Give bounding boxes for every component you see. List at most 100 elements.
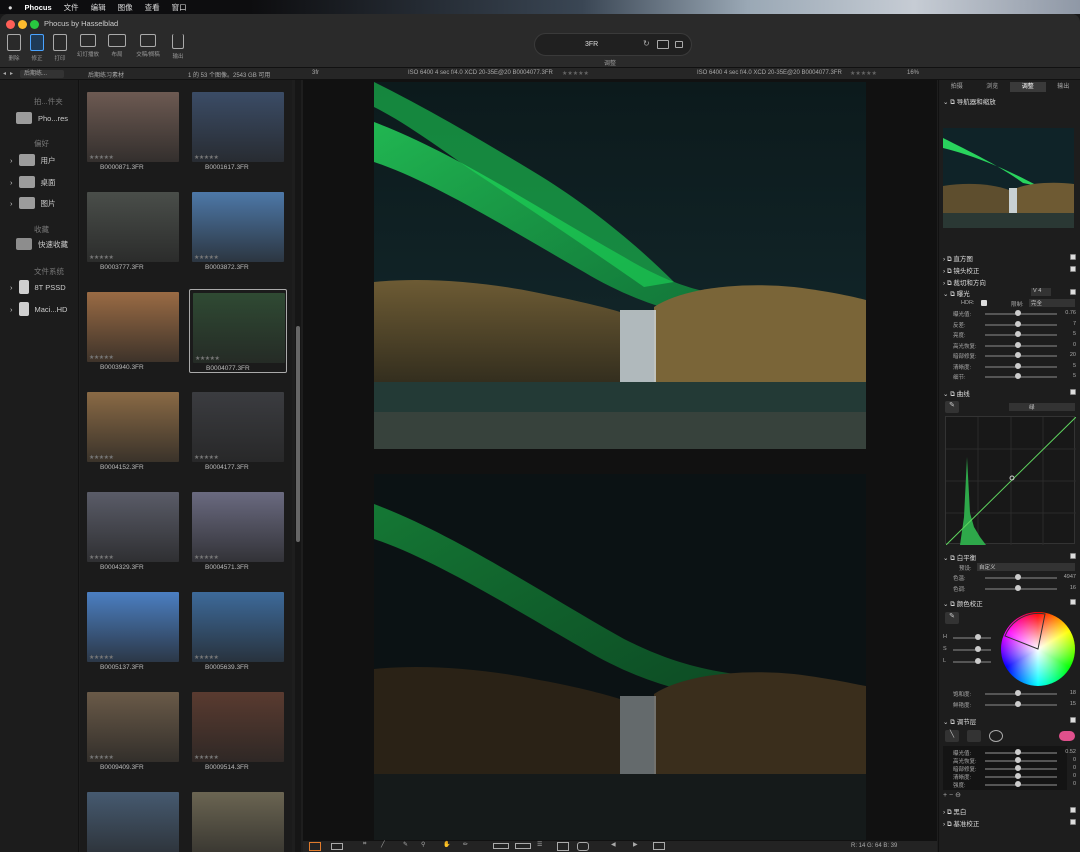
chevron-right-icon[interactable]: ▸ [10,70,13,77]
print-button[interactable]: 打印 [46,34,74,66]
adjustment-slider[interactable] [985,765,1057,771]
menu-image[interactable]: 图像 [118,2,133,13]
thumbnail-item[interactable]: ★★★★★ B0000871.3FR [84,89,182,173]
thumbnail-item[interactable]: ★★★★★ B0004077.3FR [189,289,287,373]
lock-icon[interactable] [675,41,683,48]
add-layer-icon[interactable]: + − ⊖ [943,791,961,799]
sidebar-item-desktop[interactable]: › 桌面 [10,176,56,188]
thumbnail-item[interactable]: ★★★★★ B0003872.3FR [189,189,287,273]
checkbox-exposure[interactable] [1070,289,1076,295]
thumbnail-item[interactable]: ★★★★★ B0005639.3FR [189,589,287,673]
version-select[interactable]: V 4 [1031,288,1051,296]
thumbnail-image[interactable]: ★★★★★ [192,792,284,852]
rating-stars[interactable]: ★★★★★ [194,754,219,761]
rating-stars[interactable]: ★★★★★ [89,754,114,761]
thumbnail-image[interactable]: ★★★★★ [87,292,179,362]
thumbnail-image[interactable]: ★★★★★ [87,192,179,262]
rating-stars[interactable]: ★★★★★ [195,355,220,362]
thumbnail-image[interactable]: ★★★★★ [87,592,179,662]
thumbnail-image[interactable]: ★★★★★ [87,92,179,162]
sidebar-item-photos[interactable]: Pho...res [16,112,68,124]
tab-output[interactable]: 输出 [1046,82,1080,92]
thumbnail-item[interactable]: ★★★★★ B0003940.3FR [84,289,182,373]
adjustment-slider[interactable] [985,331,1057,337]
rating-stars[interactable]: ★★★★★ [194,554,219,561]
photo-original[interactable] [374,474,866,840]
thumbnail-image[interactable]: ★★★★★ [192,592,284,662]
adjustment-slider[interactable] [985,574,1057,580]
slider-knob[interactable] [1015,362,1021,369]
slider-knob[interactable] [1015,781,1021,787]
hand-tool-icon[interactable]: ✋ [443,841,450,848]
checkbox-adjustment-layers[interactable] [1070,717,1076,723]
thumbnail-item[interactable]: ★★★★★ [189,789,287,852]
browser-scrollbar[interactable] [295,80,301,852]
layout-button[interactable]: 布局 [103,34,131,66]
slider-value[interactable]: 16 [1070,585,1076,591]
section-exposure[interactable]: ⌄ ⧉ 曝光 [943,288,970,299]
slider-knob[interactable] [1015,773,1021,779]
rating-stars[interactable]: ★★★★★ [194,654,219,661]
adjustment-slider[interactable] [985,757,1057,763]
chevron-right-icon[interactable]: › [10,156,13,165]
checkbox-lens[interactable] [1070,266,1076,272]
thumbnail-item[interactable]: ★★★★★ B0004152.3FR [84,389,182,473]
overlay-icon[interactable] [493,843,509,849]
brush-tool-icon[interactable]: ✏ [463,841,468,848]
slider-value[interactable]: 0 [1073,757,1076,763]
slider-knob[interactable] [1015,585,1021,591]
menu-file[interactable]: 文件 [64,2,79,13]
sidebar-item-quick-collection[interactable]: 快速收藏 [16,238,68,250]
checkbox-histogram[interactable] [1070,254,1076,260]
slider-value[interactable]: 20 [1070,352,1076,358]
slider-knob[interactable] [1015,373,1021,379]
saturation-slider[interactable] [953,646,991,652]
rating-stars[interactable]: ★★★★★ [194,454,219,461]
lightness-slider[interactable] [953,658,991,664]
tab-browse[interactable]: 浏览 [975,82,1011,92]
section-adjustment-layers[interactable]: ⌄ ⧉ 调节层 [943,716,976,727]
zoom-window-button[interactable] [30,20,39,29]
adjustment-slider[interactable] [985,310,1057,316]
navigator-header[interactable]: ⌄ ⧉ 导航器和缩放 [943,96,996,107]
slider-value[interactable]: 0.76 [1065,310,1076,316]
thumbnail-image[interactable]: ★★★★★ [87,692,179,762]
sidebar-item-macintosh-hd[interactable]: › Maci...HD [10,302,67,316]
slider-value[interactable]: 0.52 [1065,749,1076,755]
rotate-icon[interactable]: ↻ [643,39,650,48]
section-histogram[interactable]: › ⧉ 直方图 [943,253,973,264]
slideshow-button[interactable]: 幻灯播放 [74,34,102,66]
slider-value[interactable]: 0 [1073,342,1076,348]
rating-stars-right[interactable]: ★★★★★ [850,70,877,77]
rating-stars[interactable]: ★★★★★ [89,154,114,161]
library-select[interactable]: 后期练... [20,70,64,78]
chevron-right-icon[interactable]: › [10,199,13,208]
fullscreen-icon[interactable] [653,842,665,850]
section-curves[interactable]: ⌄ ⧉ 曲线 [943,388,970,399]
image-viewer[interactable] [303,80,937,840]
grid-icon[interactable] [557,842,569,851]
export-button[interactable]: 输出 [164,34,192,66]
checkbox-white-balance[interactable] [1070,553,1076,559]
hue-slider[interactable] [953,634,991,640]
crop-icon[interactable]: ⌗ [363,841,366,848]
thumbnail-image[interactable]: ★★★★★ [193,293,285,363]
thumbnail-image[interactable]: ★★★★★ [192,92,284,162]
compare-mode-icon[interactable] [515,843,531,849]
zoom-tool-icon[interactable]: ⚲ [421,841,425,848]
adjustment-slider[interactable] [985,585,1057,591]
slider-value[interactable]: 18 [1070,690,1076,696]
adjustment-slider[interactable] [985,373,1057,379]
thumbnail-item[interactable]: ★★★★★ B0003777.3FR [84,189,182,273]
menu-edit[interactable]: 编辑 [91,2,106,13]
checkbox-base-correction[interactable] [1070,819,1076,825]
close-window-button[interactable] [6,20,15,29]
color-range-wedge[interactable] [1001,612,1075,686]
thumbnail-item[interactable]: ★★★★★ B0004571.3FR [189,489,287,573]
compare-icon[interactable] [657,40,669,49]
slider-value[interactable]: 0 [1073,765,1076,771]
format-control[interactable]: 3FR ↻ [534,33,692,56]
sidebar-item-users[interactable]: › 用户 [10,154,56,166]
gradient-mask-icon[interactable] [967,730,981,742]
slider-knob[interactable] [1015,690,1021,696]
